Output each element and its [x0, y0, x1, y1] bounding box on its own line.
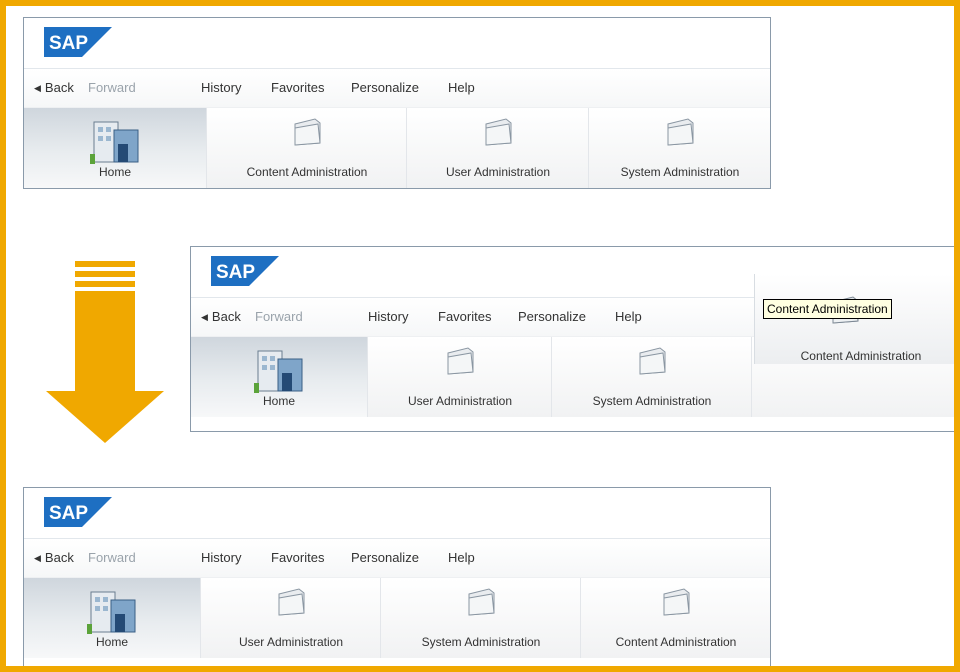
forward-link[interactable]: Forward	[255, 309, 303, 324]
portal-header: SAP	[24, 488, 770, 539]
folder-icon	[485, 118, 512, 146]
dragged-tab-content-administration[interactable]: Content Administration	[754, 274, 954, 364]
folder-icon	[639, 347, 666, 375]
history-menu[interactable]: History	[201, 550, 241, 565]
building-icon	[254, 350, 303, 393]
forward-link[interactable]: Forward	[88, 80, 136, 95]
back-link[interactable]: ◀ Back	[34, 80, 74, 95]
sap-logo[interactable]: SAP	[44, 27, 112, 57]
tutorial-frame: SAP ◀ Back Forward History Favorites Pers…	[0, 0, 960, 672]
portal-nav-bar: ◀ Back Forward History Favorites Personal…	[24, 69, 770, 107]
tab-system-administration[interactable]: System Administration	[551, 337, 752, 417]
tab-home[interactable]: Home	[191, 337, 367, 417]
building-icon	[87, 591, 136, 634]
folder-icon	[663, 588, 690, 616]
forward-link[interactable]: Forward	[88, 550, 136, 565]
tab-tooltip: Content Administration	[763, 299, 892, 319]
portal-after: SAP ◀ Back Forward History Favorites Pers…	[23, 487, 771, 666]
personalize-menu[interactable]: Personalize	[518, 309, 586, 324]
svg-text:SAP: SAP	[49, 503, 88, 524]
tab-user-administration[interactable]: User Administration	[367, 337, 552, 417]
tab-user-administration[interactable]: User Administration	[200, 578, 381, 658]
back-arrow-icon: ◀	[34, 553, 41, 563]
back-arrow-icon: ◀	[34, 83, 41, 93]
folder-icon	[447, 347, 474, 375]
help-menu[interactable]: Help	[448, 80, 475, 95]
svg-text:SAP: SAP	[216, 262, 255, 283]
help-menu[interactable]: Help	[448, 550, 475, 565]
favorites-menu[interactable]: Favorites	[438, 309, 491, 324]
folder-icon	[468, 588, 495, 616]
portal-nav-bar: ◀ Back Forward History Favorites Personal…	[24, 539, 770, 577]
down-arrow-icon	[46, 261, 164, 443]
tab-system-administration[interactable]: System Administration	[588, 108, 770, 188]
history-menu[interactable]: History	[201, 80, 241, 95]
tab-content-administration[interactable]: Content Administration	[206, 108, 407, 188]
folder-icon	[278, 588, 305, 616]
folder-icon	[667, 118, 694, 146]
top-level-navigation: Home Content Administration User Adminis…	[24, 107, 770, 188]
folder-icon	[294, 118, 321, 146]
sap-logo[interactable]: SAP	[211, 256, 279, 286]
svg-text:SAP: SAP	[49, 33, 88, 54]
building-icon	[90, 121, 139, 164]
portal-before: SAP ◀ Back Forward History Favorites Pers…	[23, 17, 771, 189]
sap-logo[interactable]: SAP	[44, 497, 112, 527]
favorites-menu[interactable]: Favorites	[271, 550, 324, 565]
help-menu[interactable]: Help	[615, 309, 642, 324]
back-arrow-icon: ◀	[201, 312, 208, 322]
tab-content-administration[interactable]: Content Administration	[580, 578, 770, 658]
favorites-menu[interactable]: Favorites	[271, 80, 324, 95]
personalize-menu[interactable]: Personalize	[351, 550, 419, 565]
tab-user-administration[interactable]: User Administration	[406, 108, 589, 188]
tab-system-administration[interactable]: System Administration	[380, 578, 581, 658]
tab-home[interactable]: Home	[24, 578, 200, 658]
back-link[interactable]: ◀ Back	[201, 309, 241, 324]
history-menu[interactable]: History	[368, 309, 408, 324]
back-link[interactable]: ◀ Back	[34, 550, 74, 565]
portal-header: SAP	[24, 18, 770, 69]
tab-home[interactable]: Home	[24, 108, 206, 188]
personalize-menu[interactable]: Personalize	[351, 80, 419, 95]
top-level-navigation: Home User Administration System Administ…	[24, 577, 770, 658]
